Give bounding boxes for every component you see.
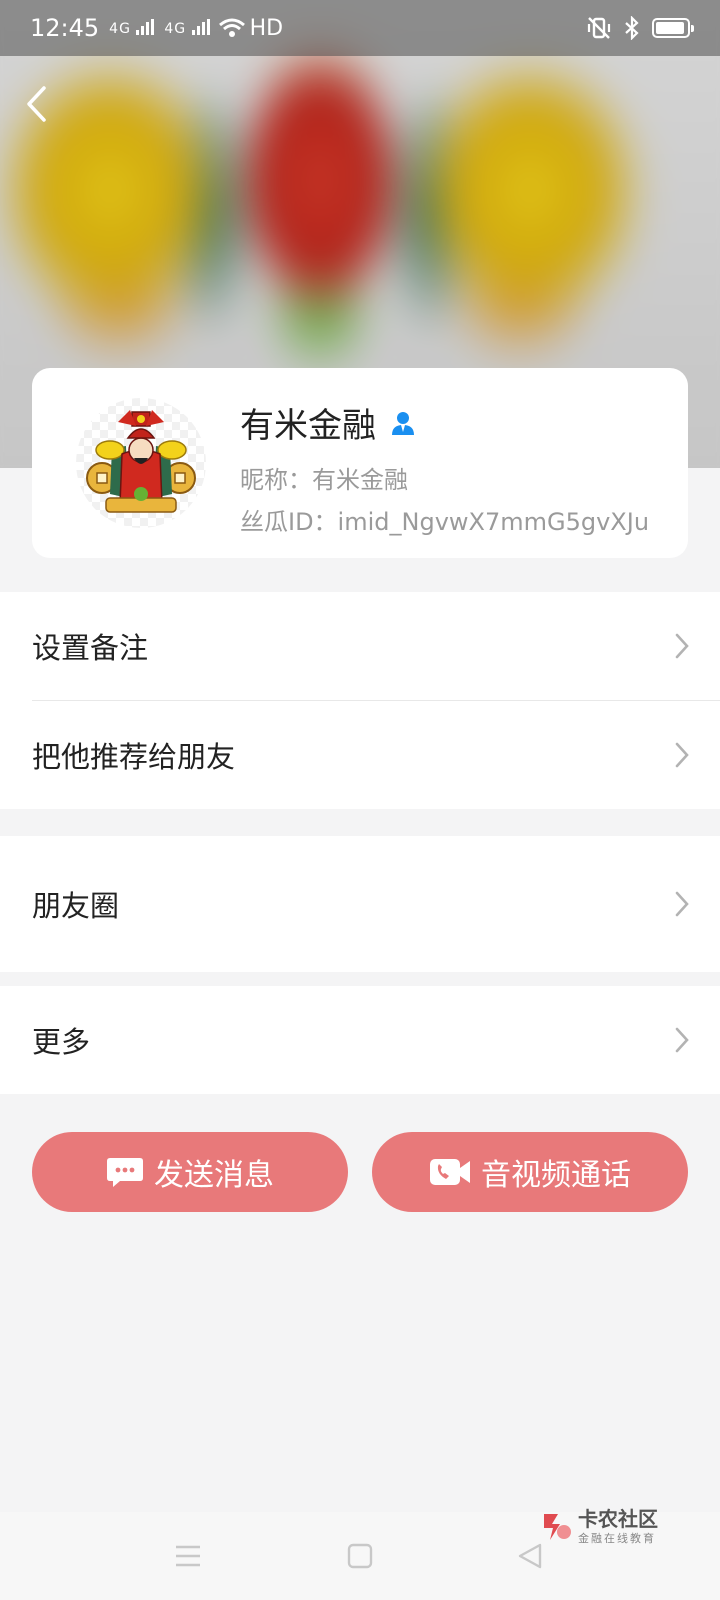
watermark-title: 卡农社区 <box>578 1507 658 1531</box>
moments-row[interactable]: 朋友圈 <box>0 836 720 972</box>
moments-label: 朋友圈 <box>32 889 120 923</box>
network-label-1: 4G <box>109 21 131 37</box>
battery-icon <box>652 18 694 38</box>
send-message-label: 发送消息 <box>154 1158 274 1193</box>
watermark-subtitle: 金融在线教育 <box>578 1532 656 1545</box>
avatar[interactable] <box>76 398 206 528</box>
signal-icon-2: 4G <box>164 19 210 37</box>
chevron-right-icon <box>675 1027 689 1053</box>
av-call-label: 音视频通话 <box>481 1158 631 1193</box>
display-name: 有米金融 <box>240 406 376 446</box>
square-home-icon <box>347 1543 373 1569</box>
god-of-wealth-avatar-art <box>86 410 196 513</box>
wifi-icon <box>218 18 246 38</box>
more-row[interactable]: 更多 <box>0 986 720 1094</box>
network-label-2: 4G <box>164 21 187 37</box>
hamburger-icon <box>176 1545 200 1567</box>
watermark: 卡农社区 金融在线教育 <box>540 1508 658 1546</box>
menu-group-1: 设置备注 把他推荐给朋友 <box>0 592 720 809</box>
bluetooth-icon <box>624 16 640 40</box>
send-message-button[interactable]: 发送消息 <box>32 1132 348 1212</box>
recommend-label: 把他推荐给朋友 <box>32 740 236 774</box>
profile-card: 有米金融 昵称：有米金融 丝瓜ID：imid_NgvwX7mmG5gvXJu <box>32 368 688 558</box>
chevron-right-icon <box>675 891 689 917</box>
hd-label: HD <box>249 15 284 41</box>
menu-group-3: 更多 <box>0 986 720 1094</box>
video-call-icon <box>430 1159 470 1185</box>
back-button[interactable] <box>14 82 58 126</box>
kanong-logo-icon <box>544 1514 571 1540</box>
status-time: 12:45 <box>30 14 100 42</box>
triangle-back-icon <box>518 1543 542 1569</box>
menu-group-2: 朋友圈 <box>0 836 720 972</box>
av-call-button[interactable]: 音视频通话 <box>372 1132 688 1212</box>
nickname: 昵称：有米金融 <box>240 466 408 494</box>
chevron-right-icon <box>675 633 689 659</box>
recommend-row[interactable]: 把他推荐给朋友 <box>0 701 720 809</box>
chevron-right-icon <box>675 742 689 768</box>
status-bar: 12:45 4G 4G HD <box>0 0 720 56</box>
more-label: 更多 <box>32 1025 91 1059</box>
chat-bubble-icon <box>107 1158 143 1187</box>
set-remark-label: 设置备注 <box>32 631 149 665</box>
set-remark-row[interactable]: 设置备注 <box>0 592 720 700</box>
signal-icon: 4G <box>109 19 155 37</box>
menu-nav-button[interactable] <box>166 1534 210 1578</box>
home-nav-button[interactable] <box>338 1534 382 1578</box>
user-id: 丝瓜ID：imid_NgvwX7mmG5gvXJu <box>240 508 650 536</box>
verified-user-icon <box>390 410 416 436</box>
chevron-left-icon <box>27 86 46 122</box>
vibrate-off-icon <box>586 16 612 40</box>
